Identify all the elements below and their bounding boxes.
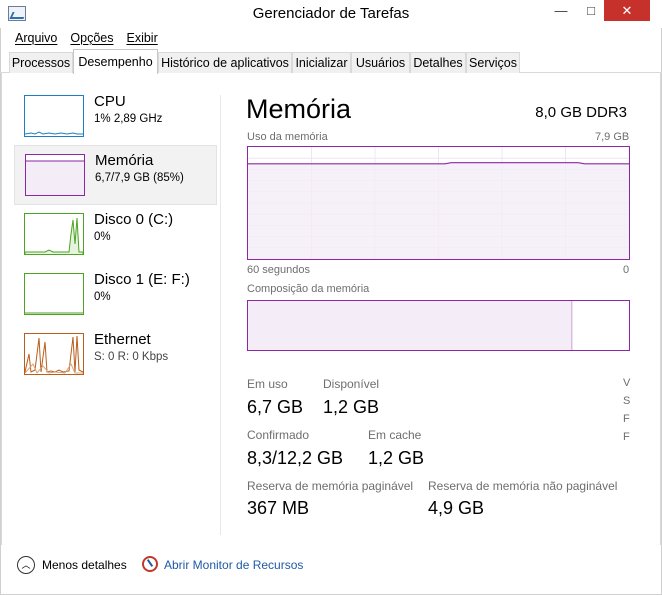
tab-detalhes[interactable]: Detalhes: [410, 52, 466, 73]
sidebar-disk1-value: 0%: [94, 291, 111, 303]
usage-graph-label: Uso da memória: [247, 131, 328, 143]
chevron-up-icon[interactable]: ︿: [17, 556, 35, 574]
tab-processos[interactable]: Processos: [9, 52, 73, 73]
in-use-value: 6,7 GB: [247, 397, 304, 417]
tab-bar: Processos Desempenho Histórico de aplica…: [0, 49, 662, 74]
resource-monitor-icon: [142, 556, 158, 572]
truncated-label-1: V: [623, 377, 631, 389]
memory-thumbnail-graph: [25, 154, 85, 196]
tab-inicializar[interactable]: Inicializar: [292, 52, 351, 73]
menu-arquivo[interactable]: Arquivo: [15, 31, 57, 45]
composition-label: Composição da memória: [247, 283, 370, 295]
memory-composition-chart: [248, 301, 573, 350]
sidebar-ethernet-value: S: 0 R: 0 Kbps: [94, 351, 169, 363]
cached-label: Em cache: [368, 428, 422, 442]
sidebar-memory-value: 6,7/7,9 GB (85%): [95, 172, 184, 184]
page-title: Memória: [246, 94, 352, 124]
tab-desempenho[interactable]: Desempenho: [73, 49, 158, 74]
nonpaged-pool-label: Reserva de memória não paginável: [428, 479, 618, 493]
title-bar: Gerenciador de Tarefas — □ ✕: [0, 0, 662, 28]
sidebar-cpu-title: CPU: [94, 93, 126, 110]
memory-composition-graph: [247, 300, 630, 351]
disk0-thumbnail-graph: [24, 213, 84, 255]
performance-panel: CPU 1% 2,89 GHz Memória 6,7/7,9 GB (85%)…: [1, 73, 661, 545]
memory-usage-graph: [247, 146, 630, 260]
memory-spec: 8,0 GB DDR3: [535, 104, 627, 121]
tab-servicos[interactable]: Serviços: [466, 52, 520, 73]
sidebar-item-disk0[interactable]: Disco 0 (C:) 0%: [14, 205, 217, 265]
truncated-label-3: F: [623, 413, 630, 425]
cpu-thumbnail-graph: [24, 95, 84, 137]
time-axis-end: 0: [623, 264, 630, 276]
memory-usage-chart: [248, 147, 629, 259]
close-button[interactable]: ✕: [604, 0, 650, 21]
maximize-button[interactable]: □: [578, 0, 604, 21]
menu-bar: Arquivo Opções Exibir: [0, 28, 662, 48]
sidebar-disk1-title: Disco 1 (E: F:): [94, 271, 190, 288]
in-use-label: Em uso: [247, 377, 288, 391]
available-label: Disponível: [323, 377, 380, 391]
usage-area: [248, 162, 629, 259]
nonpaged-pool-value: 4,9 GB: [428, 498, 485, 518]
paged-pool-label: Reserva de memória paginável: [247, 479, 414, 493]
composition-in-use-segment: [248, 301, 572, 350]
time-axis-label: 60 segundos: [247, 264, 310, 276]
sidebar-cpu-value: 1% 2,89 GHz: [94, 113, 163, 125]
sidebar-item-ethernet[interactable]: Ethernet S: 0 R: 0 Kbps: [14, 325, 217, 385]
footer-bar: ︿ Menos detalhes Abrir Monitor de Recurs…: [1, 545, 661, 585]
truncated-label-4: F: [623, 431, 630, 443]
minimize-button[interactable]: —: [548, 0, 574, 21]
menu-opcoes[interactable]: Opções: [70, 31, 113, 45]
tab-historico[interactable]: Histórico de aplicativos: [158, 52, 292, 73]
sidebar-disk0-title: Disco 0 (C:): [94, 211, 174, 228]
disk1-thumbnail-graph: [24, 273, 84, 315]
sidebar-ethernet-title: Ethernet: [94, 331, 151, 348]
sidebar-item-disk1[interactable]: Disco 1 (E: F:) 0%: [14, 265, 217, 325]
sidebar-memory-title: Memória: [95, 152, 154, 169]
sidebar-divider: [220, 95, 221, 535]
paged-pool-value: 367 MB: [247, 498, 310, 518]
menu-exibir[interactable]: Exibir: [126, 31, 157, 45]
committed-label: Confirmado: [247, 428, 310, 442]
less-details-link[interactable]: Menos detalhes: [42, 558, 127, 572]
committed-value: 8,3/12,2 GB: [247, 448, 344, 468]
sidebar-item-cpu[interactable]: CPU 1% 2,89 GHz: [14, 87, 217, 147]
sidebar-disk0-value: 0%: [94, 231, 111, 243]
sidebar-item-memory[interactable]: Memória 6,7/7,9 GB (85%): [14, 145, 217, 205]
cached-value: 1,2 GB: [368, 448, 425, 468]
tab-usuarios[interactable]: Usuários: [351, 52, 410, 73]
ethernet-thumbnail-graph: [24, 333, 84, 375]
available-value: 1,2 GB: [323, 397, 380, 417]
resource-monitor-link[interactable]: Abrir Monitor de Recursos: [164, 558, 303, 572]
truncated-label-2: S: [623, 395, 631, 407]
usage-graph-max: 7,9 GB: [595, 131, 630, 143]
